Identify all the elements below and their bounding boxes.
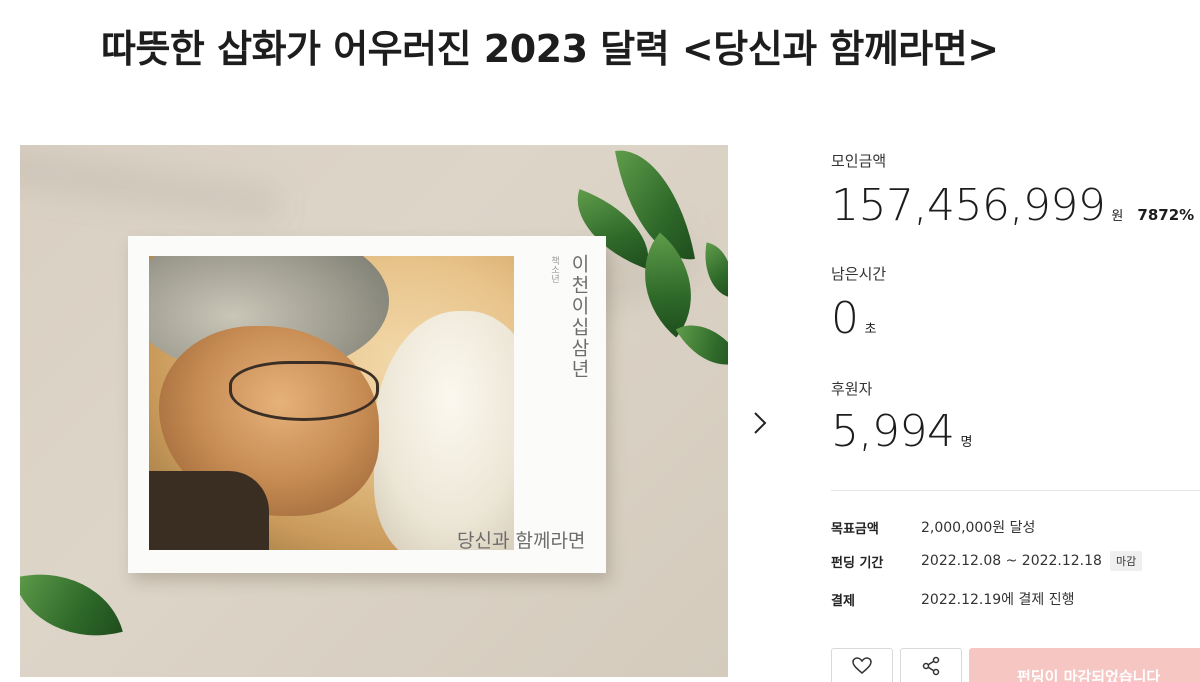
raised-amount-value: 157,456,999 (831, 180, 1106, 231)
backers-unit: 명 (960, 435, 973, 450)
calendar-illustration (149, 256, 514, 550)
funding-closed-button[interactable]: 펀딩이 마감되었습니다 (969, 648, 1200, 682)
share-icon (921, 656, 941, 680)
leaf-decoration (20, 554, 123, 656)
payment-value: 2022.12.19에 결제 진행 (921, 592, 1075, 608)
divider (831, 490, 1200, 491)
backers-value: 5,994 (831, 406, 955, 457)
page-title: 따뜻한 삽화가 어우러진 2023 달력 <당신과 함께라면> (101, 27, 999, 71)
heart-icon (852, 657, 872, 679)
next-image-icon[interactable] (748, 410, 772, 440)
remaining-time-value: 0 (831, 293, 859, 344)
raised-amount: 157,456,999 원 7872% (831, 180, 1194, 231)
backers-label: 후원자 (831, 380, 873, 398)
decorative-shadow (20, 145, 282, 226)
achievement-percent: 7872% (1137, 206, 1195, 224)
share-button[interactable] (900, 648, 962, 682)
leaf-decoration (697, 242, 728, 298)
calendar-frame: 책소년 이천이십삼년 당신과 함께라면 (128, 236, 606, 573)
goal-amount-label: 목표금액 (831, 521, 879, 537)
publisher-label: 책소년 (549, 256, 559, 283)
closed-badge: 마감 (1109, 551, 1143, 571)
remaining-time: 0 초 (831, 293, 876, 344)
like-button[interactable] (831, 648, 893, 682)
payment-row: 결제 2022.12.19에 결제 진행 (831, 589, 1200, 609)
funding-period-row: 펀딩 기간 2022.12.08 ~ 2022.12.18 마감 (831, 551, 1200, 571)
remaining-time-label: 남은시간 (831, 265, 887, 283)
funding-period-value: 2022.12.08 ~ 2022.12.18 (921, 553, 1102, 569)
raised-amount-label: 모인금액 (831, 152, 887, 170)
payment-label: 결제 (831, 593, 855, 609)
calendar-caption: 당신과 함께라면 (457, 530, 586, 552)
remaining-time-unit: 초 (864, 322, 877, 337)
calendar-vertical-title: 이천이십삼년 (568, 254, 590, 380)
goal-amount-value: 2,000,000원 달성 (921, 520, 1036, 536)
raised-amount-unit: 원 (1111, 209, 1124, 224)
backers-count: 5,994 명 (831, 406, 972, 457)
goal-amount-row: 목표금액 2,000,000원 달성 (831, 517, 1200, 537)
funding-period-label: 펀딩 기간 (831, 555, 884, 571)
project-image-gallery[interactable]: 책소년 이천이십삼년 당신과 함께라면 (20, 145, 728, 677)
